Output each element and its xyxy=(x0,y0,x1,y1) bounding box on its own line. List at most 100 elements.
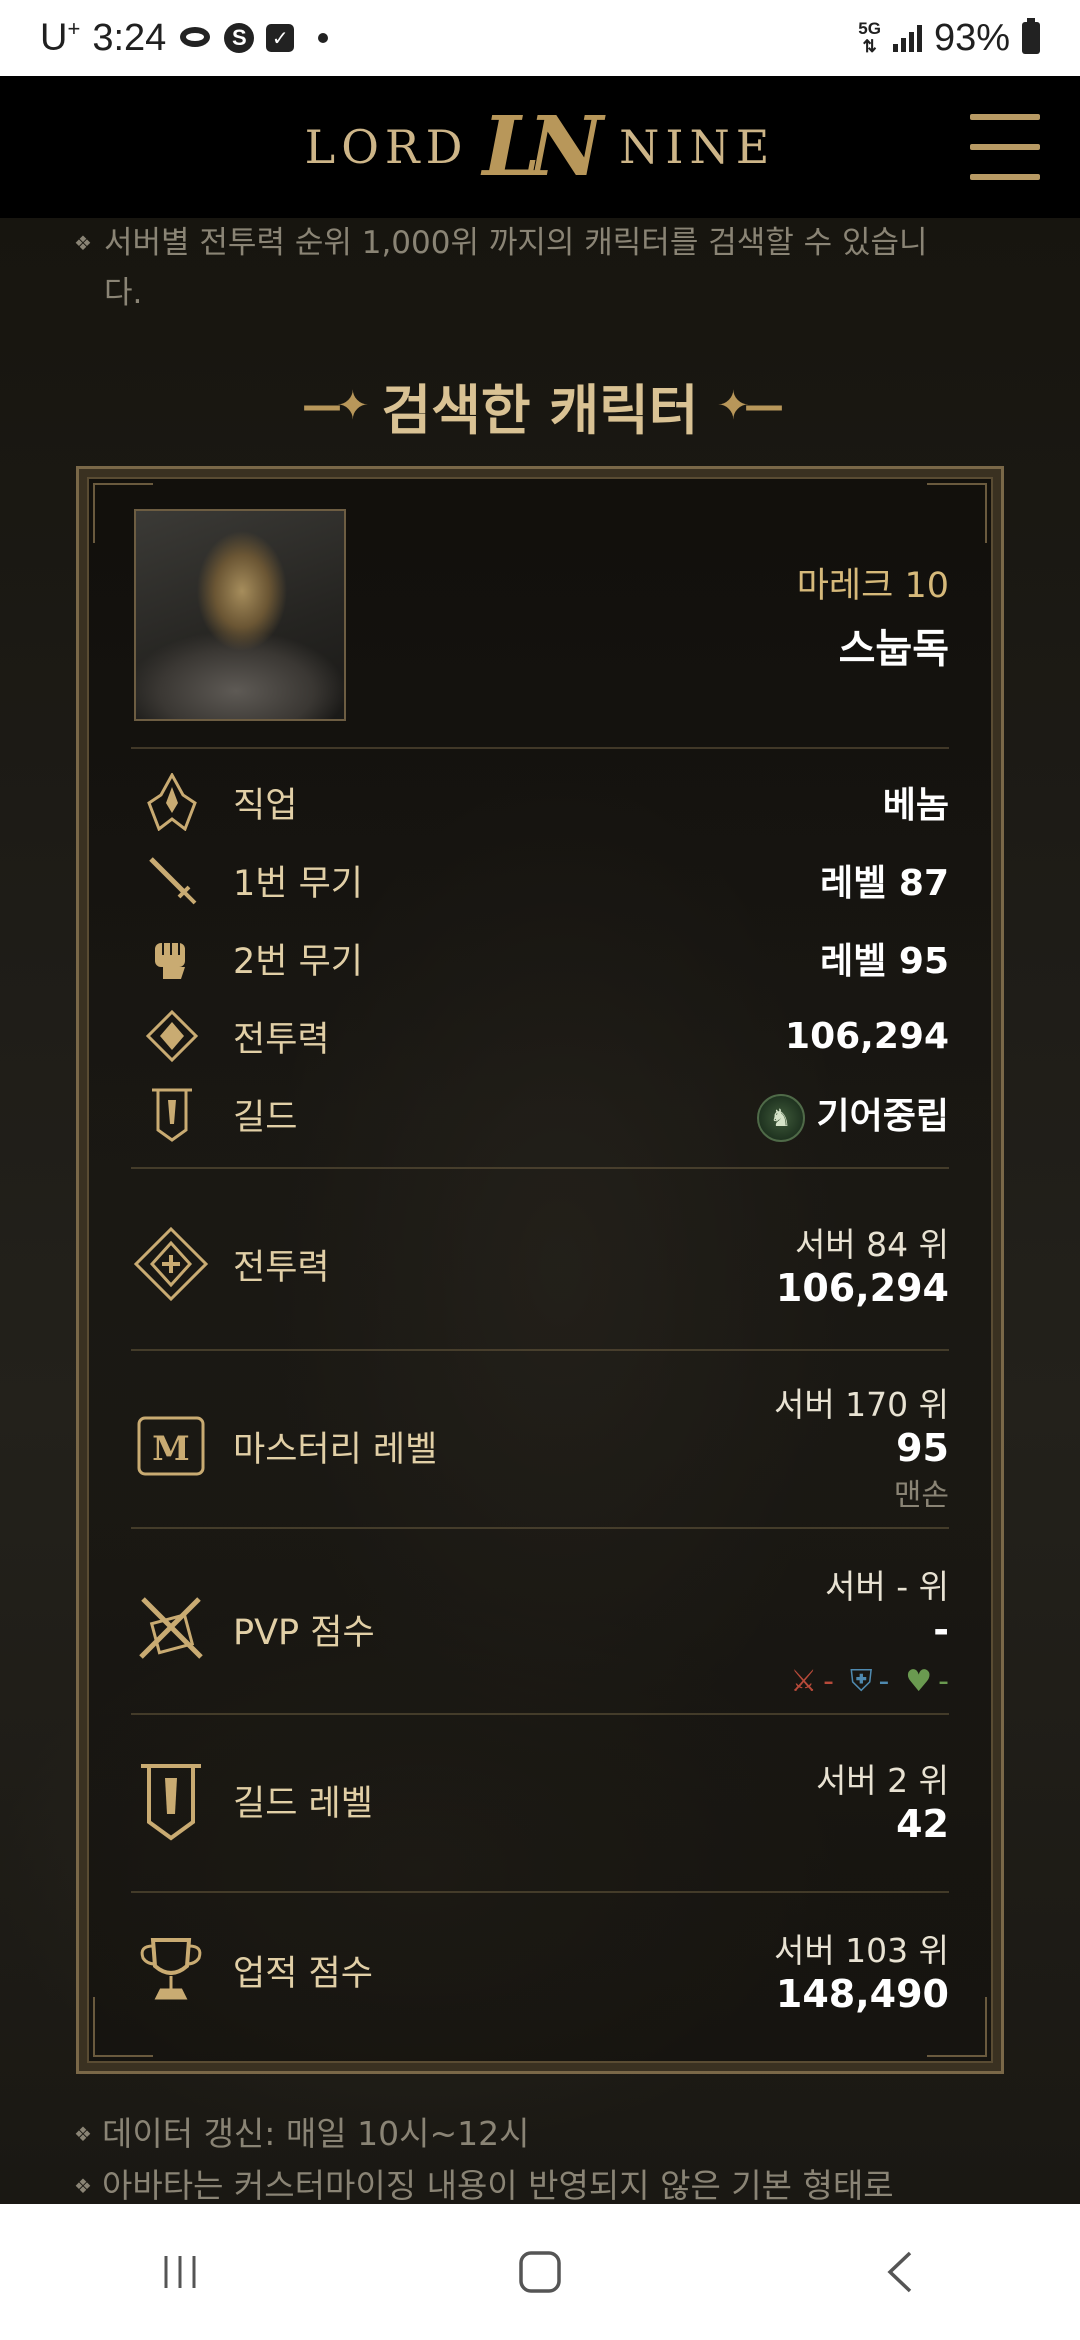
menu-line-icon xyxy=(970,144,1040,150)
guild-value[interactable]: ♞ 기어중립 xyxy=(756,1087,949,1142)
status-left: U+ 3:24 S ✓ xyxy=(40,16,329,60)
home-button[interactable] xyxy=(480,2232,600,2312)
detail-value: 레벨 87 xyxy=(820,863,949,904)
pvp-stats: ⚔ - ⛨ - ♥ - xyxy=(790,1664,949,1699)
ranking-position: 서버 - 위 xyxy=(825,1566,949,1606)
divider xyxy=(131,1713,949,1715)
ranking-position: 서버 2 위 xyxy=(815,1761,949,1800)
guild-level-icon xyxy=(131,1760,211,1841)
status-bar: U+ 3:24 S ✓ 5G ⇅ 93% xyxy=(0,0,1080,76)
ranking-position: 서버 103 위 xyxy=(773,1931,949,1970)
guild-banner-icon xyxy=(141,1083,203,1145)
ranking-value: 42 xyxy=(896,1802,949,1846)
detail-row-class: 직업 베놈 xyxy=(131,765,949,839)
detail-row-weapon-1: 1번 무기 레벨 87 xyxy=(131,843,949,917)
detail-row-weapon-2: 2번 무기 레벨 95 xyxy=(131,921,949,995)
detail-label: 2번 무기 xyxy=(233,941,363,982)
pvp-icon xyxy=(131,1589,211,1669)
corner-ornament-icon xyxy=(927,483,987,543)
ranking-label: PVP 점수 xyxy=(233,1612,375,1653)
divider xyxy=(131,1891,949,1893)
pvp-stat-kill: ⚔ - xyxy=(790,1663,834,1699)
heart-green-icon: ♥ xyxy=(905,1663,933,1699)
svg-text:M: M xyxy=(152,1429,190,1469)
detail-row-guild: 길드 ♞ 기어중립 xyxy=(131,1077,949,1151)
sword-icon xyxy=(141,849,203,911)
battery-icon xyxy=(1022,18,1040,54)
system-nav-bar xyxy=(0,2204,1080,2340)
ranking-row-combat: 전투력 서버 84 위 106,294 xyxy=(131,1199,949,1329)
site-header: LORD LN NINE xyxy=(0,76,1080,218)
divider xyxy=(131,1527,949,1529)
detail-label: 길드 xyxy=(233,1097,298,1138)
ranking-values: 서버 - 위 - ⚔ - ⛨ - ♥ - xyxy=(790,1560,949,1699)
logo-mark: LN xyxy=(482,99,603,195)
ranking-value: 106,294 xyxy=(775,1266,949,1310)
divider xyxy=(131,1349,949,1351)
network-5g-icon: 5G ⇅ xyxy=(858,19,881,56)
detail-label: 전투력 xyxy=(233,1019,330,1060)
notification-dot-icon xyxy=(318,33,329,43)
ranking-value: 95 xyxy=(896,1426,949,1470)
page-content: 서버별 전투력 순위 1,000위 까지의 캐릭터를 검색할 수 있습니다. —… xyxy=(0,218,1080,2204)
ranking-values: 서버 2 위 42 xyxy=(816,1754,949,1846)
ranking-position: 서버 84 위 xyxy=(794,1225,949,1264)
recent-apps-button[interactable] xyxy=(120,2232,240,2312)
detail-value: 106,294 xyxy=(785,1015,949,1057)
s-app-icon: S xyxy=(224,23,255,53)
detail-row-combat-power: 전투력 106,294 xyxy=(131,999,949,1073)
carrier-label: U+ xyxy=(40,16,81,59)
detail-value: 레벨 95 xyxy=(820,941,949,982)
detail-label: 1번 무기 xyxy=(233,863,363,904)
back-button[interactable] xyxy=(840,2232,960,2312)
title-ornament-left-icon: —✦ xyxy=(302,382,369,429)
ranking-value: 148,490 xyxy=(775,1972,949,2016)
lordnine-logo[interactable]: LORD LN NINE xyxy=(305,99,776,195)
pvp-stat-death: ⛨ - xyxy=(849,1663,890,1699)
ranking-values: 서버 170 위 95 맨손 xyxy=(774,1378,949,1514)
detail-label: 직업 xyxy=(233,785,298,826)
section-title-text: 검색한 캐릭터 xyxy=(381,379,699,442)
guild-name: 기어중립 xyxy=(816,1095,949,1137)
combat-power-icon xyxy=(141,1005,203,1067)
character-name: 스눕독 xyxy=(838,626,949,672)
footer-note-avatar: 아바타는 커스터마이징 내용이 반영되지 않은 기본 형태로 xyxy=(74,2160,974,2204)
mastery-icon: M xyxy=(131,1406,211,1486)
ranking-row-achievement: 업적 점수 서버 103 위 148,490 xyxy=(131,1905,949,2035)
section-title: —✦ 검색한 캐릭터 ✦— xyxy=(0,366,1080,445)
chat-bubble-icon xyxy=(178,25,212,51)
detail-value: 베놈 xyxy=(882,785,949,826)
status-right: 5G ⇅ 93% xyxy=(858,17,1040,60)
clock: 3:24 xyxy=(92,16,167,59)
crossed-swords-red-icon: ⚔ xyxy=(790,1663,818,1699)
battery-percent: 93% xyxy=(933,16,1010,59)
signal-icon xyxy=(892,24,922,52)
checkbox-app-icon: ✓ xyxy=(266,24,295,52)
character-card: 마레크 10 스눕독 직업 베놈 1번 무기 레벨 87 2번 무기 레벨 95 xyxy=(76,466,1004,2074)
hamburger-menu-button[interactable] xyxy=(970,114,1040,180)
combat-rank-icon xyxy=(131,1224,211,1304)
ranking-position: 서버 170 위 xyxy=(773,1385,949,1424)
ranking-value: - xyxy=(933,1607,949,1652)
pvp-stat-assist: ♥ - xyxy=(905,1663,949,1699)
menu-line-icon xyxy=(970,174,1040,180)
character-info: 마레크 10 스눕독 xyxy=(797,557,949,674)
character-avatar xyxy=(134,509,346,721)
footer-note-update: 데이터 갱신: 매일 10시~12시 xyxy=(74,2108,974,2160)
intro-note: 서버별 전투력 순위 1,000위 까지의 캐릭터를 검색할 수 있습니다. xyxy=(74,218,954,318)
ranking-row-mastery: M 마스터리 레벨 서버 170 위 95 맨손 xyxy=(131,1365,949,1527)
ranking-values: 서버 103 위 148,490 xyxy=(774,1924,949,2016)
fist-icon xyxy=(141,927,203,989)
back-icon xyxy=(887,2251,912,2293)
ranking-row-guild-level: 길드 레벨 서버 2 위 42 xyxy=(131,1725,949,1875)
menu-line-icon xyxy=(970,114,1040,120)
ranking-row-pvp: PVP 점수 서버 - 위 - ⚔ - ⛨ - ♥ - xyxy=(131,1545,949,1713)
home-icon xyxy=(519,2251,561,2293)
trophy-icon xyxy=(131,1930,211,2010)
ranking-label: 길드 레벨 xyxy=(233,1783,373,1824)
logo-text-right: NINE xyxy=(619,120,776,174)
ranking-label: 마스터리 레벨 xyxy=(233,1429,438,1470)
divider xyxy=(131,747,949,749)
class-icon xyxy=(141,771,203,833)
ranking-label: 업적 점수 xyxy=(233,1953,373,1994)
